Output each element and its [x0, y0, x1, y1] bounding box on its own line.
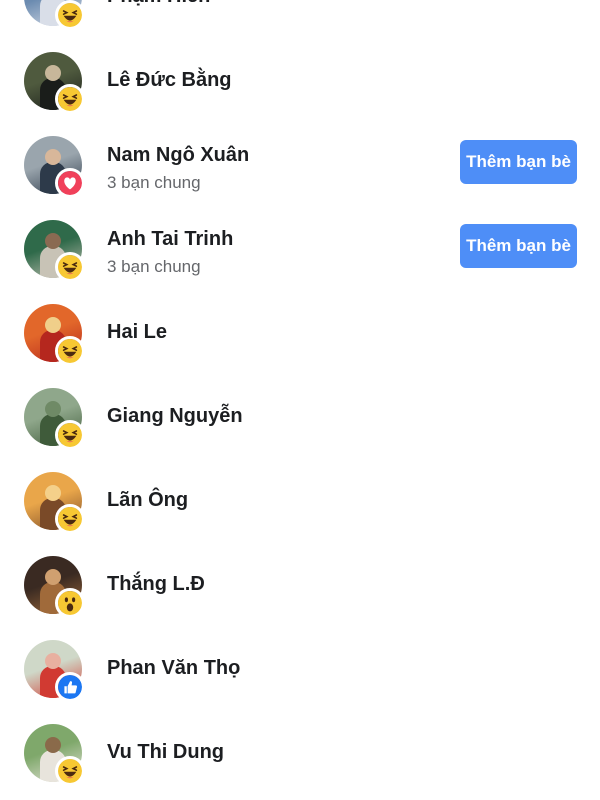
friend-name[interactable]: Phan Văn Thọ: [107, 657, 240, 680]
add-friend-button[interactable]: Thêm bạn bè: [460, 140, 577, 184]
add-friend-button[interactable]: Thêm bạn bè: [460, 224, 577, 268]
haha-icon: [55, 756, 85, 786]
friend-name[interactable]: Phạm Hiền: [107, 0, 210, 8]
friend-name[interactable]: Anh Tai Trinh: [107, 228, 233, 251]
haha-icon: [55, 504, 85, 534]
mutual-friends-count: 3 bạn chung: [107, 257, 201, 276]
friend-name[interactable]: Lê Đức Bằng: [107, 69, 232, 92]
haha-icon: [55, 84, 85, 114]
friend-row[interactable]: Vu Thi Dung: [0, 714, 600, 798]
haha-icon: [55, 252, 85, 282]
friend-row[interactable]: Lê Đức Bằng: [0, 42, 600, 126]
friend-row[interactable]: Phạm Hiền: [0, 0, 600, 42]
friend-name[interactable]: Giang Nguyễn: [107, 405, 243, 428]
haha-icon: [55, 420, 85, 450]
mutual-friends-count: 3 bạn chung: [107, 173, 201, 192]
friend-list: Phạm Hiền Lê Đức Bằng Nam Ngô Xuân 3 bạn ch…: [0, 0, 600, 798]
love-icon: [55, 168, 85, 198]
like-icon: [55, 672, 85, 702]
friend-name[interactable]: Hai Le: [107, 321, 167, 344]
friend-row[interactable]: Lãn Ông: [0, 462, 600, 546]
wow-icon: [55, 588, 85, 618]
haha-icon: [55, 0, 85, 30]
friend-row[interactable]: Thắng L.Đ: [0, 546, 600, 630]
friend-row[interactable]: Nam Ngô Xuân 3 bạn chung Thêm bạn bè: [0, 126, 600, 210]
haha-icon: [55, 336, 85, 366]
friend-name[interactable]: Nam Ngô Xuân: [107, 144, 249, 167]
friend-name[interactable]: Lãn Ông: [107, 489, 188, 512]
friend-name[interactable]: Thắng L.Đ: [107, 573, 205, 596]
friend-row[interactable]: Giang Nguyễn: [0, 378, 600, 462]
friend-row[interactable]: Hai Le: [0, 294, 600, 378]
friend-row[interactable]: Phan Văn Thọ: [0, 630, 600, 714]
friend-name[interactable]: Vu Thi Dung: [107, 741, 224, 764]
friend-row[interactable]: Anh Tai Trinh 3 bạn chung Thêm bạn bè: [0, 210, 600, 294]
